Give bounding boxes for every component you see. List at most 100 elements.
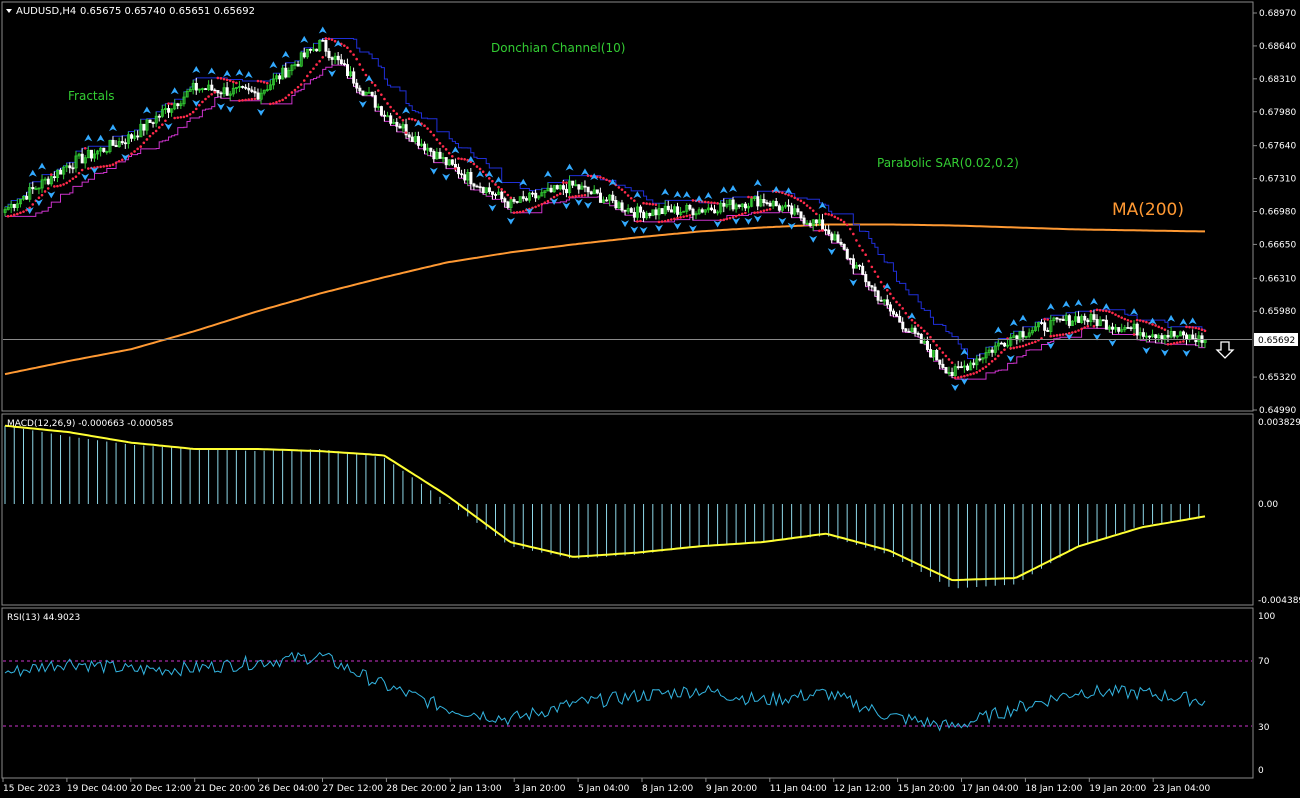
sar-dot	[725, 217, 729, 221]
sar-dot	[1129, 320, 1133, 323]
candle-body	[774, 201, 778, 207]
sar-dot	[737, 213, 741, 217]
chart-symbol: AUDUSD,H4	[16, 6, 76, 17]
sar-dot	[262, 81, 266, 84]
donchian-upper-line	[5, 38, 1205, 360]
sar-dot	[410, 117, 414, 121]
sar-dot	[932, 339, 935, 343]
candle-body	[565, 188, 569, 194]
candle-body	[879, 299, 883, 302]
sar-dot	[716, 202, 719, 205]
candle-body	[842, 243, 846, 250]
sar-dot	[219, 77, 223, 80]
sar-dot	[315, 63, 318, 66]
sar-dot	[1034, 340, 1037, 344]
sar-dot	[802, 201, 806, 205]
fractal-down-icon	[951, 384, 960, 392]
sar-dot	[938, 347, 942, 350]
sar-dot	[503, 190, 507, 194]
sar-dot	[639, 219, 642, 223]
candle-body	[432, 151, 436, 160]
candle-body	[1129, 327, 1133, 330]
sar-dot	[1077, 329, 1080, 332]
sar-dot	[913, 321, 917, 325]
candle-body	[583, 185, 587, 188]
candle-body	[796, 208, 800, 213]
fractal-up-icon	[704, 192, 713, 200]
candle-body	[765, 202, 769, 205]
symbol-dropdown-icon[interactable]	[6, 9, 12, 13]
fractal-down-icon	[257, 108, 266, 116]
sar-dot	[1000, 351, 1003, 354]
sar-dot	[37, 196, 41, 200]
sar-dot	[268, 102, 272, 106]
donchian-layer	[5, 38, 1206, 380]
sar-dot	[666, 219, 670, 222]
sar-dot	[324, 37, 328, 40]
candle-body	[938, 359, 942, 365]
sar-dot	[827, 213, 830, 216]
sar-dot	[562, 181, 565, 184]
sar-dot	[796, 198, 800, 201]
sar-dot	[222, 77, 226, 81]
sar-dot	[429, 130, 433, 134]
macd-panel-frame	[1, 413, 1254, 606]
candle-body	[531, 192, 535, 195]
candle-body	[808, 222, 812, 226]
macd-tick-zero: 0.00	[1258, 500, 1278, 510]
sar-dot	[830, 213, 834, 217]
sar-dot	[765, 208, 769, 212]
candle-body	[416, 136, 420, 146]
sar-dot	[620, 188, 624, 191]
fractal-down-icon	[744, 217, 753, 225]
sar-dot	[170, 102, 173, 106]
sar-dot	[867, 259, 871, 263]
candle-body	[336, 55, 340, 61]
rsi-layer	[4, 651, 1206, 732]
sar-dot	[1015, 346, 1019, 349]
sar-dot	[580, 194, 584, 197]
fractal-up-icon	[1018, 314, 1027, 322]
fractal-up-icon	[300, 35, 309, 43]
fractal-up-icon	[1167, 314, 1176, 322]
price-tick-label: 0.66310	[1259, 274, 1296, 284]
ma200-layer	[4, 223, 1205, 376]
candle-body	[31, 187, 35, 190]
sar-dot	[256, 79, 260, 83]
sar-dot	[1197, 327, 1201, 330]
sar-dot	[423, 124, 426, 128]
sar-dot	[309, 70, 312, 74]
chart-root: AUDUSD,H4 0.65675 0.65740 0.65651 0.6569…	[1, 1, 1300, 794]
sar-dot	[916, 324, 920, 327]
sar-dot	[1117, 314, 1120, 318]
sar-dot	[876, 275, 880, 278]
sar-dot	[500, 188, 503, 191]
sar-dot	[441, 145, 445, 148]
time-tick-label: 17 Jan 04:00	[962, 784, 1019, 794]
fractal-up-icon	[719, 186, 728, 194]
candle-body	[848, 258, 852, 260]
sar-dot	[688, 214, 692, 217]
sar-dot	[463, 157, 466, 161]
sar-dot	[571, 195, 574, 199]
candle-body	[457, 166, 461, 175]
sar-dot	[660, 220, 664, 223]
candle-body	[373, 95, 377, 108]
sar-dot	[210, 92, 213, 96]
candle-body	[130, 134, 134, 139]
candle-body	[256, 92, 260, 100]
sell-arrow-icon	[1215, 341, 1235, 359]
candle-body	[429, 147, 433, 152]
candle-body	[213, 89, 217, 92]
sar-dot	[577, 194, 581, 198]
candle-body	[225, 87, 229, 96]
sar-dot	[750, 196, 753, 199]
sar-dot	[756, 211, 759, 214]
macd-label: MACD(12,26,9) -0.000663 -0.000585	[7, 419, 173, 429]
candle-body	[1083, 315, 1087, 321]
candle-body	[1182, 331, 1186, 336]
candle-body	[355, 82, 359, 89]
sar-dot	[77, 171, 81, 175]
sar-dot	[99, 165, 102, 169]
time-tick-label: 19 Jan 20:00	[1089, 784, 1146, 794]
